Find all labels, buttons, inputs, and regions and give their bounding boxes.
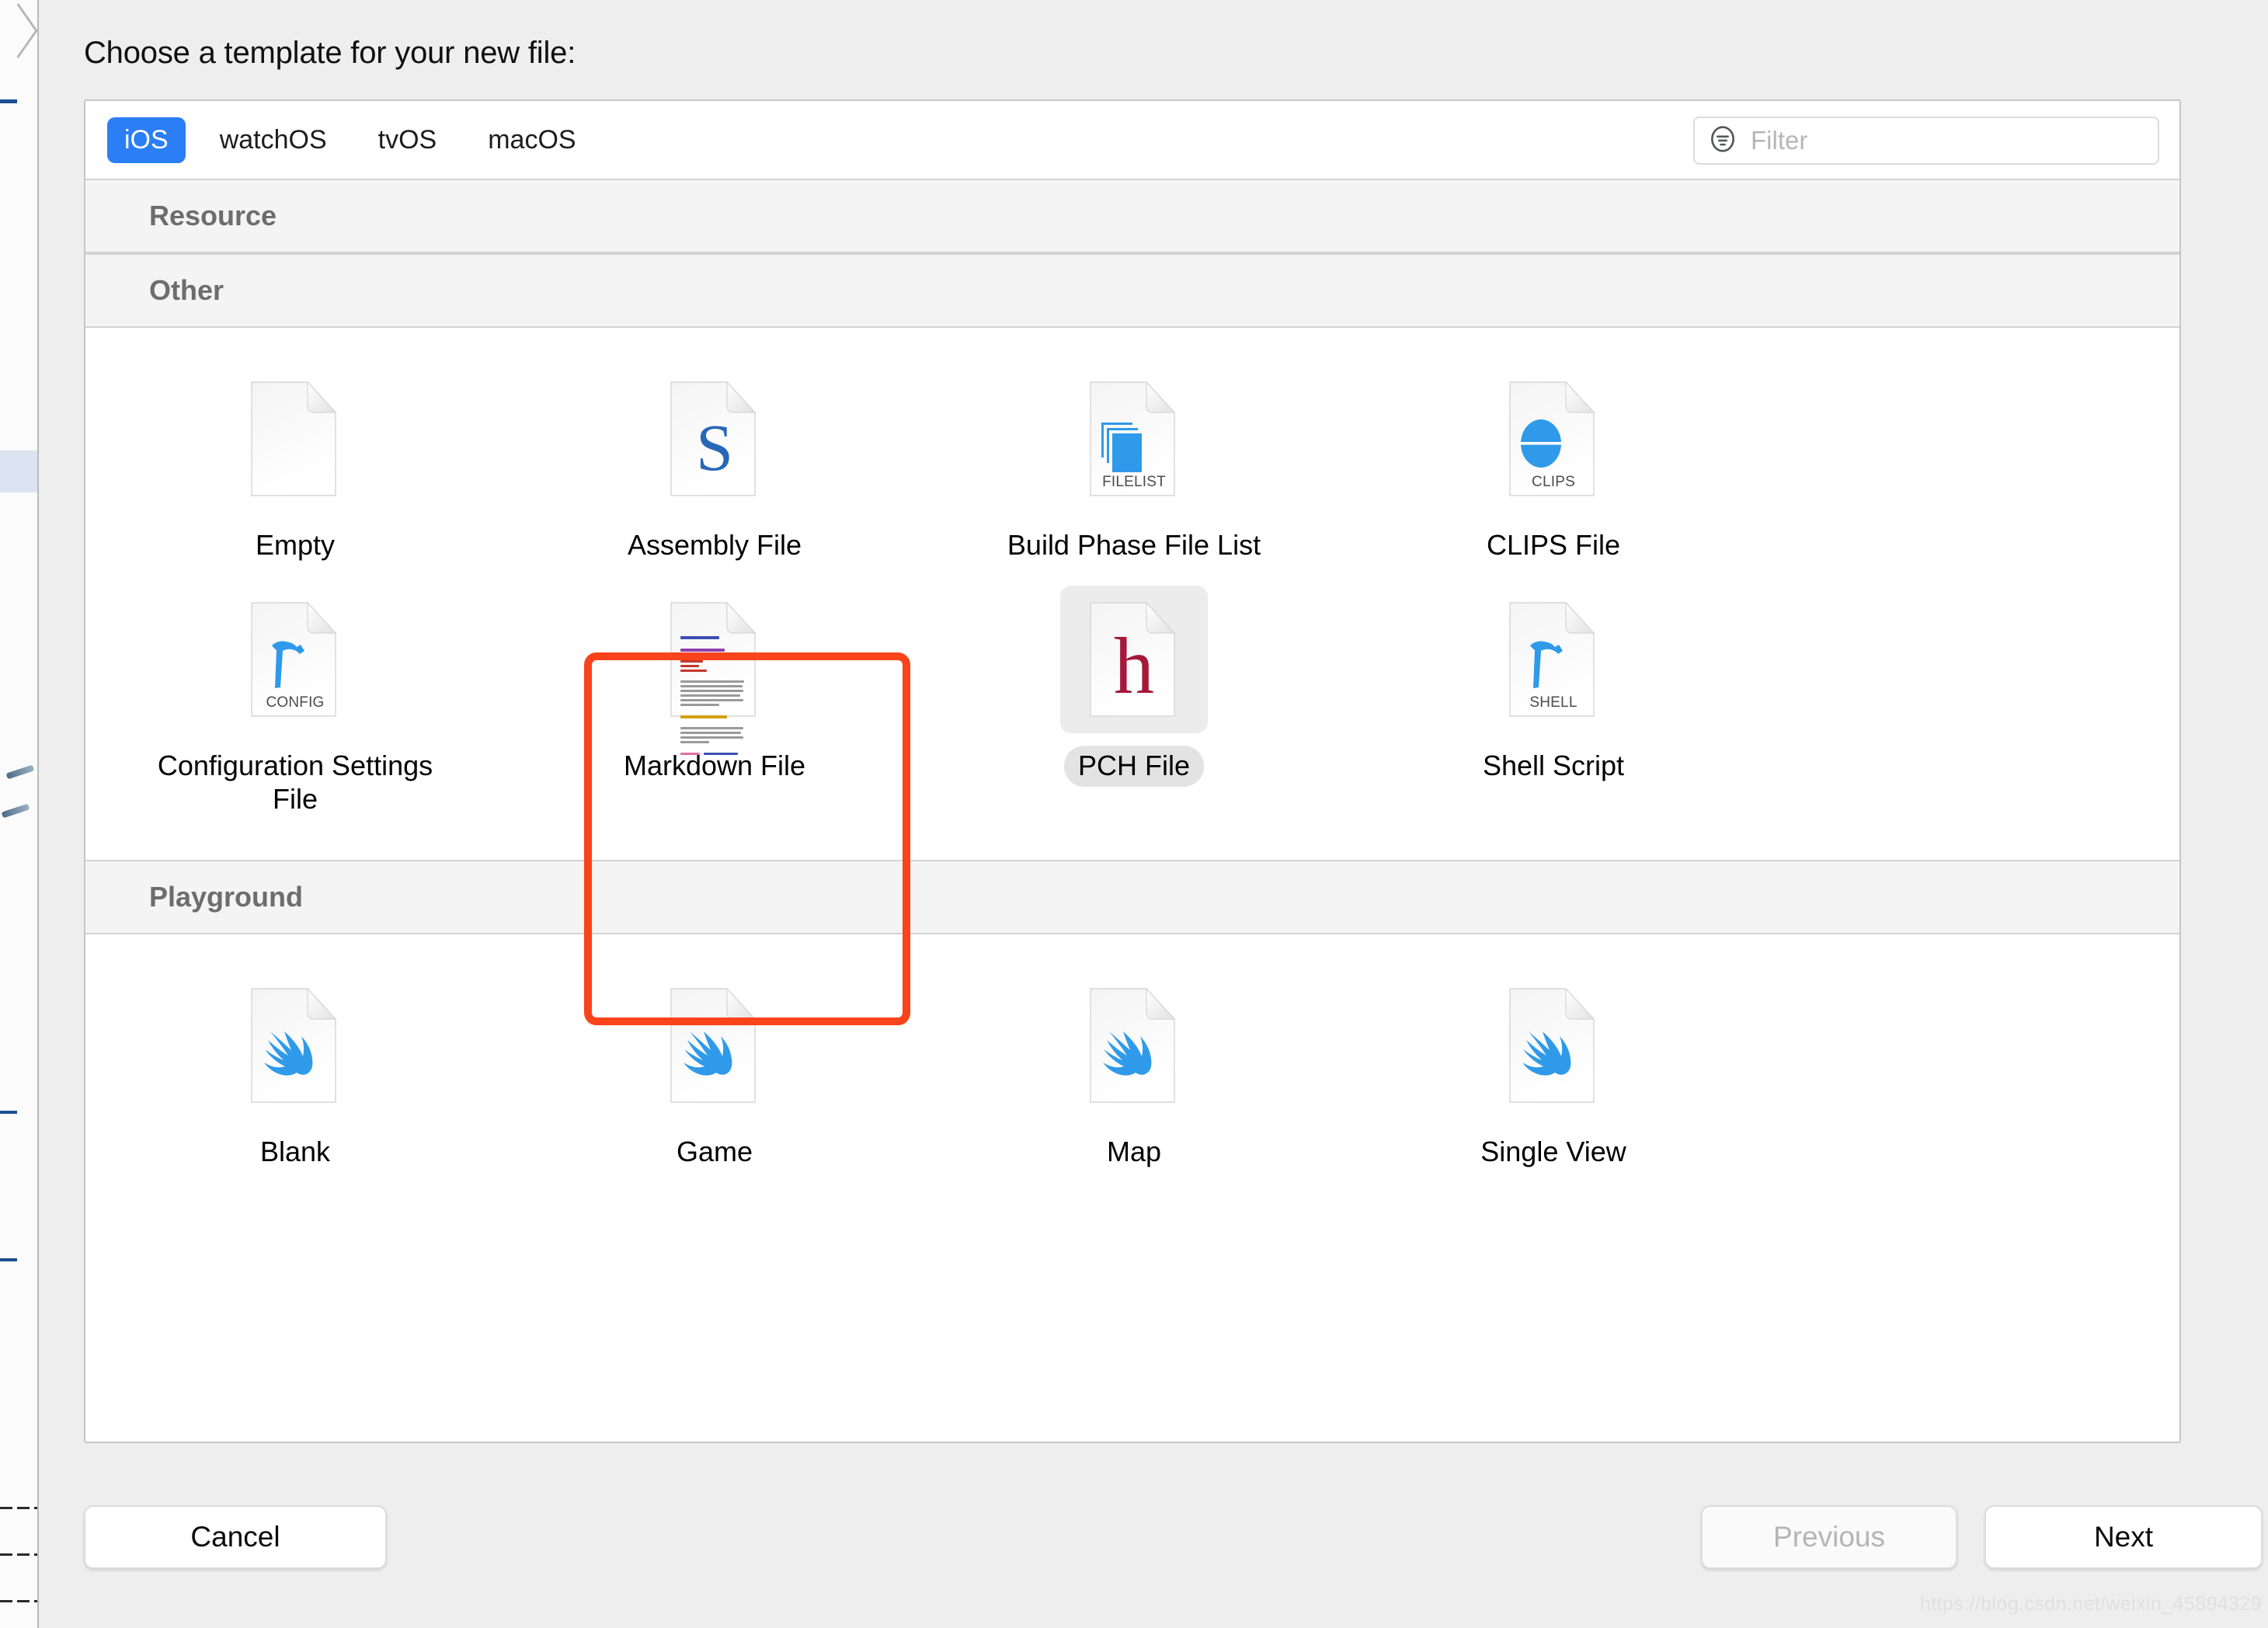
template-item-game[interactable]: Game bbox=[505, 951, 924, 1172]
template-label: Game bbox=[676, 1136, 753, 1168]
assembly-glyph: S bbox=[696, 410, 733, 485]
template-item-blank[interactable]: Blank bbox=[85, 951, 505, 1172]
cancel-button[interactable]: Cancel bbox=[84, 1505, 387, 1569]
background-code-line-2 bbox=[0, 1111, 17, 1114]
template-label: Assembly File bbox=[627, 529, 802, 561]
background-swift-mark-2 bbox=[1, 803, 30, 819]
background-selected-row bbox=[0, 450, 37, 492]
tab-tvos[interactable]: tvOS bbox=[361, 117, 454, 163]
background-dashed-line-2 bbox=[0, 1553, 37, 1556]
section-header-other: Other bbox=[85, 253, 2179, 328]
blank-document-icon bbox=[249, 380, 342, 498]
pch-glyph: h bbox=[1114, 621, 1154, 711]
markdown-document-icon bbox=[668, 600, 761, 756]
template-icon-wrap: h bbox=[1060, 586, 1208, 734]
template-icon-wrap: S bbox=[641, 365, 788, 513]
previous-button[interactable]: Previous bbox=[1701, 1505, 1957, 1569]
section-header-resource: Resource bbox=[85, 179, 2179, 253]
template-icon-wrap bbox=[1480, 972, 1627, 1119]
clips-document-icon: CLIPS bbox=[1507, 380, 1600, 498]
markdown-preview-lines bbox=[680, 636, 746, 757]
platform-tab-bar: iOS watchOS tvOS macOS bbox=[85, 101, 2179, 179]
watermark-text: https://blog.csdn.net/weixin_45894329 bbox=[1919, 1593, 2262, 1615]
pch-h-document-icon: h bbox=[1087, 600, 1181, 718]
background-dashed-line-1 bbox=[0, 1507, 37, 1509]
filter-input[interactable] bbox=[1749, 125, 2125, 156]
template-icon-wrap bbox=[1060, 972, 1208, 1119]
template-icon-wrap bbox=[641, 972, 788, 1119]
template-item-clips-file[interactable]: CLIPS CLIPS File bbox=[1344, 345, 1763, 565]
tab-macos[interactable]: macOS bbox=[471, 117, 593, 163]
filter-icon bbox=[1707, 123, 1738, 158]
template-label: Configuration Settings File bbox=[157, 750, 433, 815]
template-browser-panel: iOS watchOS tvOS macOS Resource Other bbox=[84, 99, 2181, 1443]
template-item-empty[interactable]: Empty bbox=[85, 345, 505, 565]
swift-playground-icon bbox=[249, 986, 342, 1104]
template-item-build-phase-file-list[interactable]: FILELIST Build Phase File List bbox=[924, 345, 1344, 565]
icon-badge-text: SHELL bbox=[1529, 694, 1578, 711]
template-label: Shell Script bbox=[1482, 750, 1625, 782]
shell-hammer-document-icon: SHELL bbox=[1507, 600, 1600, 718]
template-item-single-view[interactable]: Single View bbox=[1344, 951, 1763, 1172]
next-button[interactable]: Next bbox=[1984, 1505, 2263, 1569]
swift-playground-icon bbox=[668, 986, 761, 1104]
template-item-markdown-file[interactable]: Markdown File bbox=[505, 565, 924, 819]
icon-badge-text: FILELIST bbox=[1102, 474, 1166, 490]
template-item-assembly-file[interactable]: S Assembly File bbox=[505, 345, 924, 565]
template-icon-wrap: CONFIG bbox=[221, 586, 369, 733]
background-window-sliver bbox=[0, 0, 39, 1628]
icon-badge-text: CLIPS bbox=[1532, 474, 1575, 490]
template-label: Single View bbox=[1480, 1136, 1626, 1168]
assembly-s-document-icon: S bbox=[668, 380, 761, 498]
template-item-map[interactable]: Map bbox=[924, 951, 1344, 1172]
section-header-playground: Playground bbox=[85, 860, 2179, 935]
template-label: Map bbox=[1106, 1136, 1162, 1168]
template-icon-wrap: SHELL bbox=[1480, 586, 1627, 733]
background-code-line bbox=[0, 99, 17, 103]
swift-playground-icon bbox=[1087, 986, 1181, 1104]
background-swift-mark bbox=[5, 764, 35, 780]
template-grid-other: Empty S Assembly File FILELIST Build Pha… bbox=[85, 328, 2179, 861]
template-grid-playground: Blank Game Map Single View bbox=[85, 934, 2179, 1213]
template-item-configuration-settings-file[interactable]: CONFIG Configuration Settings File bbox=[85, 565, 505, 819]
background-dashed-line-3 bbox=[0, 1600, 37, 1602]
filter-field[interactable] bbox=[1693, 117, 2159, 165]
new-file-template-dialog: Choose a template for your new file: iOS… bbox=[39, 0, 2268, 1628]
template-icon-wrap: CLIPS bbox=[1480, 365, 1627, 513]
template-item-shell-script[interactable]: SHELL Shell Script bbox=[1344, 565, 1763, 819]
tab-ios[interactable]: iOS bbox=[107, 117, 186, 163]
tab-watchos[interactable]: watchOS bbox=[203, 117, 344, 163]
template-icon-wrap: FILELIST bbox=[1060, 365, 1208, 513]
template-label: CLIPS File bbox=[1486, 529, 1621, 561]
template-item-pch-file[interactable]: h PCH File bbox=[924, 565, 1344, 819]
template-label: Empty bbox=[255, 529, 336, 561]
filelist-document-icon: FILELIST bbox=[1087, 380, 1181, 498]
template-label: PCH File bbox=[1063, 746, 1205, 787]
template-label: Build Phase File List bbox=[1007, 529, 1261, 561]
template-icon-wrap bbox=[641, 586, 788, 756]
template-icon-wrap bbox=[221, 972, 369, 1119]
template-icon-wrap bbox=[221, 365, 369, 513]
swift-playground-icon bbox=[1507, 986, 1600, 1104]
background-code-line-3 bbox=[0, 1258, 17, 1261]
icon-badge-text: CONFIG bbox=[266, 694, 325, 711]
background-chevron-icon bbox=[0, 2, 37, 59]
dialog-title: Choose a template for your new file: bbox=[84, 36, 576, 70]
config-hammer-document-icon: CONFIG bbox=[249, 600, 342, 718]
template-label: Blank bbox=[259, 1136, 331, 1168]
